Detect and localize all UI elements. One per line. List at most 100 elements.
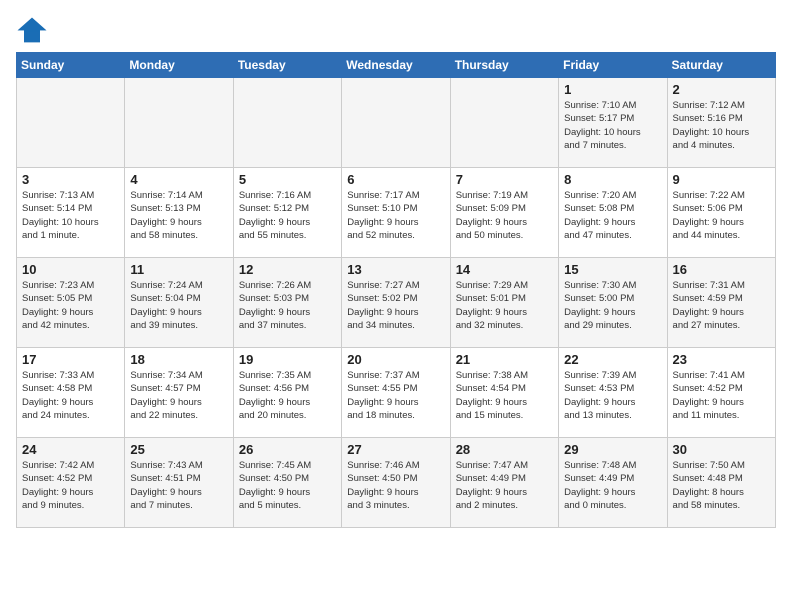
weekday-header-monday: Monday xyxy=(125,53,233,78)
day-info: Sunrise: 7:13 AM Sunset: 5:14 PM Dayligh… xyxy=(22,189,119,242)
day-number: 26 xyxy=(239,442,336,457)
day-number: 17 xyxy=(22,352,119,367)
calendar-cell: 9 Sunrise: 7:22 AM Sunset: 5:06 PM Daylig… xyxy=(667,168,775,258)
day-number: 20 xyxy=(347,352,444,367)
day-number: 5 xyxy=(239,172,336,187)
weekday-header-saturday: Saturday xyxy=(667,53,775,78)
day-number: 12 xyxy=(239,262,336,277)
calendar-cell: 6 Sunrise: 7:17 AM Sunset: 5:10 PM Daylig… xyxy=(342,168,450,258)
day-number: 10 xyxy=(22,262,119,277)
day-info: Sunrise: 7:50 AM Sunset: 4:48 PM Dayligh… xyxy=(673,459,770,512)
day-info: Sunrise: 7:42 AM Sunset: 4:52 PM Dayligh… xyxy=(22,459,119,512)
day-info: Sunrise: 7:10 AM Sunset: 5:17 PM Dayligh… xyxy=(564,99,661,152)
calendar-cell xyxy=(233,78,341,168)
calendar-table: SundayMondayTuesdayWednesdayThursdayFrid… xyxy=(16,52,776,528)
day-info: Sunrise: 7:48 AM Sunset: 4:49 PM Dayligh… xyxy=(564,459,661,512)
day-info: Sunrise: 7:39 AM Sunset: 4:53 PM Dayligh… xyxy=(564,369,661,422)
day-number: 15 xyxy=(564,262,661,277)
day-info: Sunrise: 7:22 AM Sunset: 5:06 PM Dayligh… xyxy=(673,189,770,242)
calendar-week-row: 1 Sunrise: 7:10 AM Sunset: 5:17 PM Daylig… xyxy=(17,78,776,168)
page-header xyxy=(16,16,776,44)
day-number: 28 xyxy=(456,442,553,457)
day-number: 1 xyxy=(564,82,661,97)
calendar-week-row: 24 Sunrise: 7:42 AM Sunset: 4:52 PM Dayli… xyxy=(17,438,776,528)
day-info: Sunrise: 7:19 AM Sunset: 5:09 PM Dayligh… xyxy=(456,189,553,242)
day-number: 4 xyxy=(130,172,227,187)
calendar-cell: 7 Sunrise: 7:19 AM Sunset: 5:09 PM Daylig… xyxy=(450,168,558,258)
calendar-cell: 10 Sunrise: 7:23 AM Sunset: 5:05 PM Dayli… xyxy=(17,258,125,348)
day-number: 9 xyxy=(673,172,770,187)
day-info: Sunrise: 7:43 AM Sunset: 4:51 PM Dayligh… xyxy=(130,459,227,512)
day-number: 18 xyxy=(130,352,227,367)
logo xyxy=(16,16,52,44)
day-info: Sunrise: 7:34 AM Sunset: 4:57 PM Dayligh… xyxy=(130,369,227,422)
day-info: Sunrise: 7:26 AM Sunset: 5:03 PM Dayligh… xyxy=(239,279,336,332)
calendar-cell: 4 Sunrise: 7:14 AM Sunset: 5:13 PM Daylig… xyxy=(125,168,233,258)
calendar-cell: 21 Sunrise: 7:38 AM Sunset: 4:54 PM Dayli… xyxy=(450,348,558,438)
calendar-cell: 11 Sunrise: 7:24 AM Sunset: 5:04 PM Dayli… xyxy=(125,258,233,348)
day-info: Sunrise: 7:35 AM Sunset: 4:56 PM Dayligh… xyxy=(239,369,336,422)
day-number: 3 xyxy=(22,172,119,187)
day-number: 24 xyxy=(22,442,119,457)
calendar-cell: 5 Sunrise: 7:16 AM Sunset: 5:12 PM Daylig… xyxy=(233,168,341,258)
calendar-cell xyxy=(450,78,558,168)
day-info: Sunrise: 7:14 AM Sunset: 5:13 PM Dayligh… xyxy=(130,189,227,242)
day-info: Sunrise: 7:38 AM Sunset: 4:54 PM Dayligh… xyxy=(456,369,553,422)
day-info: Sunrise: 7:45 AM Sunset: 4:50 PM Dayligh… xyxy=(239,459,336,512)
calendar-cell xyxy=(125,78,233,168)
calendar-cell: 20 Sunrise: 7:37 AM Sunset: 4:55 PM Dayli… xyxy=(342,348,450,438)
calendar-cell xyxy=(17,78,125,168)
weekday-header-row: SundayMondayTuesdayWednesdayThursdayFrid… xyxy=(17,53,776,78)
day-info: Sunrise: 7:12 AM Sunset: 5:16 PM Dayligh… xyxy=(673,99,770,152)
calendar-cell: 23 Sunrise: 7:41 AM Sunset: 4:52 PM Dayli… xyxy=(667,348,775,438)
day-info: Sunrise: 7:23 AM Sunset: 5:05 PM Dayligh… xyxy=(22,279,119,332)
calendar-cell: 30 Sunrise: 7:50 AM Sunset: 4:48 PM Dayli… xyxy=(667,438,775,528)
day-number: 30 xyxy=(673,442,770,457)
day-info: Sunrise: 7:29 AM Sunset: 5:01 PM Dayligh… xyxy=(456,279,553,332)
calendar-week-row: 10 Sunrise: 7:23 AM Sunset: 5:05 PM Dayli… xyxy=(17,258,776,348)
day-number: 6 xyxy=(347,172,444,187)
calendar-cell: 29 Sunrise: 7:48 AM Sunset: 4:49 PM Dayli… xyxy=(559,438,667,528)
day-number: 19 xyxy=(239,352,336,367)
day-info: Sunrise: 7:20 AM Sunset: 5:08 PM Dayligh… xyxy=(564,189,661,242)
day-number: 11 xyxy=(130,262,227,277)
day-number: 25 xyxy=(130,442,227,457)
day-number: 14 xyxy=(456,262,553,277)
calendar-cell xyxy=(342,78,450,168)
calendar-cell: 15 Sunrise: 7:30 AM Sunset: 5:00 PM Dayli… xyxy=(559,258,667,348)
day-info: Sunrise: 7:16 AM Sunset: 5:12 PM Dayligh… xyxy=(239,189,336,242)
day-info: Sunrise: 7:37 AM Sunset: 4:55 PM Dayligh… xyxy=(347,369,444,422)
day-number: 22 xyxy=(564,352,661,367)
logo-icon xyxy=(16,16,48,44)
calendar-week-row: 17Sunrise: 7:33 AM Sunset: 4:58 PM Dayli… xyxy=(17,348,776,438)
day-info: Sunrise: 7:24 AM Sunset: 5:04 PM Dayligh… xyxy=(130,279,227,332)
day-number: 21 xyxy=(456,352,553,367)
day-info: Sunrise: 7:41 AM Sunset: 4:52 PM Dayligh… xyxy=(673,369,770,422)
day-info: Sunrise: 7:31 AM Sunset: 4:59 PM Dayligh… xyxy=(673,279,770,332)
weekday-header-tuesday: Tuesday xyxy=(233,53,341,78)
calendar-cell: 19 Sunrise: 7:35 AM Sunset: 4:56 PM Dayli… xyxy=(233,348,341,438)
calendar-cell: 2 Sunrise: 7:12 AM Sunset: 5:16 PM Daylig… xyxy=(667,78,775,168)
calendar-cell: 16Sunrise: 7:31 AM Sunset: 4:59 PM Dayli… xyxy=(667,258,775,348)
day-number: 2 xyxy=(673,82,770,97)
day-number: 23 xyxy=(673,352,770,367)
calendar-cell: 3 Sunrise: 7:13 AM Sunset: 5:14 PM Daylig… xyxy=(17,168,125,258)
calendar-cell: 17Sunrise: 7:33 AM Sunset: 4:58 PM Dayli… xyxy=(17,348,125,438)
calendar-cell: 8Sunrise: 7:20 AM Sunset: 5:08 PM Daylig… xyxy=(559,168,667,258)
calendar-cell: 24 Sunrise: 7:42 AM Sunset: 4:52 PM Dayli… xyxy=(17,438,125,528)
calendar-cell: 27 Sunrise: 7:46 AM Sunset: 4:50 PM Dayli… xyxy=(342,438,450,528)
calendar-cell: 1 Sunrise: 7:10 AM Sunset: 5:17 PM Daylig… xyxy=(559,78,667,168)
weekday-header-friday: Friday xyxy=(559,53,667,78)
day-number: 29 xyxy=(564,442,661,457)
day-info: Sunrise: 7:30 AM Sunset: 5:00 PM Dayligh… xyxy=(564,279,661,332)
day-info: Sunrise: 7:46 AM Sunset: 4:50 PM Dayligh… xyxy=(347,459,444,512)
day-number: 13 xyxy=(347,262,444,277)
calendar-cell: 18 Sunrise: 7:34 AM Sunset: 4:57 PM Dayli… xyxy=(125,348,233,438)
day-info: Sunrise: 7:17 AM Sunset: 5:10 PM Dayligh… xyxy=(347,189,444,242)
day-number: 7 xyxy=(456,172,553,187)
calendar-cell: 25 Sunrise: 7:43 AM Sunset: 4:51 PM Dayli… xyxy=(125,438,233,528)
calendar-cell: 22 Sunrise: 7:39 AM Sunset: 4:53 PM Dayli… xyxy=(559,348,667,438)
weekday-header-sunday: Sunday xyxy=(17,53,125,78)
calendar-cell: 28Sunrise: 7:47 AM Sunset: 4:49 PM Dayli… xyxy=(450,438,558,528)
day-number: 27 xyxy=(347,442,444,457)
